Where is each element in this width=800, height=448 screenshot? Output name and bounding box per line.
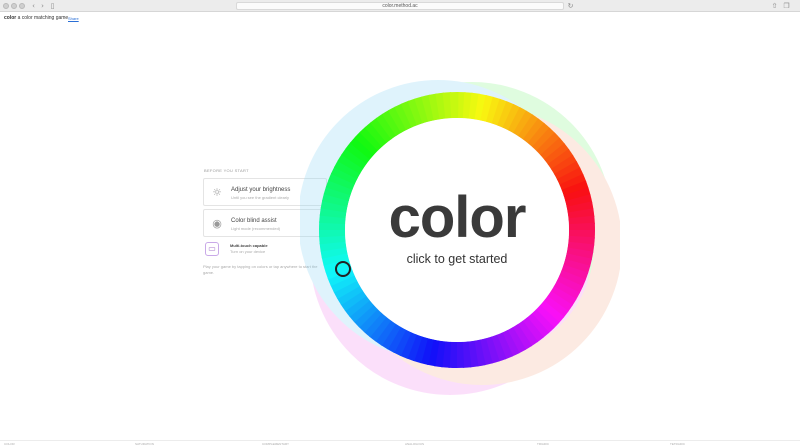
- eye-icon: ◉: [212, 217, 222, 230]
- color-blind-title: Color blind assist: [231, 218, 277, 224]
- address-bar[interactable]: color.method.ac: [236, 2, 564, 10]
- screen-icon: ▭: [205, 242, 219, 256]
- brand-name: color: [4, 15, 17, 21]
- footer-link[interactable]: Complementary: [262, 442, 289, 446]
- brightness-subtitle: Until you see the gradient clearly: [231, 195, 290, 200]
- color-blind-subtitle: Light mode (recommended): [231, 226, 281, 231]
- zoom-window-button[interactable]: [19, 3, 25, 9]
- share-link[interactable]: Share: [68, 16, 79, 21]
- brand-tagline: a color matching game: [17, 15, 69, 21]
- footer-link[interactable]: Triadic: [537, 442, 549, 446]
- footer-link[interactable]: Analogous: [405, 442, 424, 446]
- multitouch-title: Multi-touch capable: [230, 243, 268, 248]
- reload-icon[interactable]: ↻: [566, 2, 575, 10]
- chevron-left-icon[interactable]: ‹: [29, 2, 38, 10]
- panel-title: Before you start: [204, 168, 249, 173]
- minimize-window-button[interactable]: [11, 3, 17, 9]
- share-icon[interactable]: ⇧: [770, 2, 779, 10]
- footer-link[interactable]: Tetradic: [670, 442, 685, 446]
- chevron-right-icon[interactable]: ›: [38, 2, 47, 10]
- multitouch-subtitle: Turn on your device: [230, 249, 266, 254]
- sidebar-icon[interactable]: ▯: [48, 2, 57, 10]
- hero-title[interactable]: color: [354, 186, 560, 250]
- hero-subtitle[interactable]: click to get started: [354, 252, 560, 266]
- browser-toolbar: ‹ › ▯ color.method.ac ↻ ⇧ ❐: [0, 0, 800, 12]
- sun-icon: ☼: [212, 186, 222, 199]
- site-brand: color a color matching game: [4, 15, 68, 21]
- footer-link[interactable]: Saturation: [135, 442, 154, 446]
- hue-segment: [449, 92, 459, 119]
- close-window-button[interactable]: [3, 3, 9, 9]
- footer-nav: Color Saturation Complementary Analogous…: [0, 440, 800, 448]
- brightness-title: Adjust your brightness: [231, 187, 291, 193]
- tabs-icon[interactable]: ❐: [782, 2, 791, 10]
- footer-link[interactable]: Color: [4, 442, 15, 446]
